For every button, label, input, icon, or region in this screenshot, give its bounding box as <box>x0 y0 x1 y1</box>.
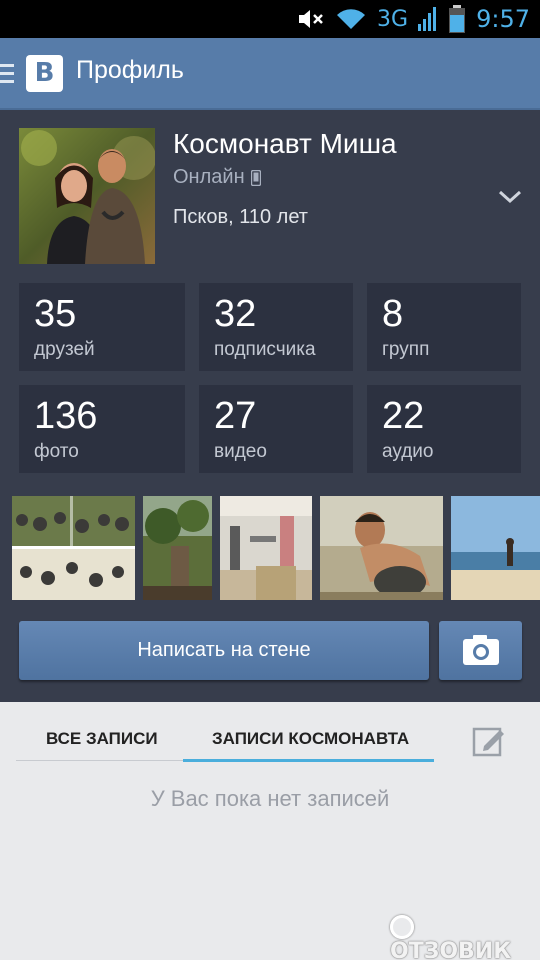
menu-icon[interactable] <box>0 64 14 84</box>
watermark-text: ОТЗОВИК <box>390 939 512 960</box>
stat-label: друзей <box>34 339 95 360</box>
user-location: Псков, 110 лет <box>173 206 308 228</box>
signal-icon <box>418 7 437 31</box>
camera-button[interactable] <box>439 621 522 680</box>
stat-label: фото <box>34 441 79 462</box>
photo-thumbnail[interactable] <box>320 496 443 600</box>
stat-value: 8 <box>382 293 404 335</box>
stat-subscribers[interactable]: 32 подписчика <box>199 283 353 371</box>
stat-friends[interactable]: 35 друзей <box>19 283 185 371</box>
page-title: Профиль <box>76 56 184 84</box>
photo-thumbnail[interactable] <box>220 496 312 600</box>
wifi-icon <box>337 9 366 29</box>
battery-icon <box>449 5 466 33</box>
stat-value: 136 <box>34 395 98 437</box>
stat-photos[interactable]: 136 фото <box>19 385 185 473</box>
edit-icon[interactable] <box>472 724 506 758</box>
user-name: Космонавт Миша <box>173 128 397 159</box>
status-bar: 3G 9:57 <box>0 0 540 38</box>
stat-value: 27 <box>214 395 257 437</box>
photo-thumbnail[interactable] <box>143 496 212 600</box>
stat-label: аудио <box>382 441 434 462</box>
tab-active-indicator <box>183 759 434 762</box>
camera-icon <box>463 635 499 665</box>
stat-audio[interactable]: 22 аудио <box>367 385 521 473</box>
tab-own-posts[interactable]: ЗАПИСИ КОСМОНАВТА <box>212 729 409 749</box>
photo-thumbnail[interactable] <box>451 496 540 600</box>
online-status: Онлайн <box>173 166 261 189</box>
chevron-down-icon[interactable] <box>496 186 524 206</box>
photo-thumbnail[interactable] <box>12 496 135 600</box>
write-on-wall-button[interactable]: Написать на стене <box>19 621 429 680</box>
profile-panel: Космонавт Миша Онлайн Псков, 110 лет 35 … <box>0 110 540 702</box>
stat-videos[interactable]: 27 видео <box>199 385 353 473</box>
mute-icon <box>299 10 323 28</box>
vk-logo[interactable]: В <box>26 55 63 92</box>
stat-value: 22 <box>382 395 425 437</box>
stat-value: 32 <box>214 293 257 335</box>
stat-label: видео <box>214 441 267 462</box>
stat-value: 35 <box>34 293 77 335</box>
network-type: 3G <box>377 6 409 32</box>
stat-label: подписчика <box>214 339 316 360</box>
watermark-logo: ОТЗОВИК <box>390 914 540 960</box>
empty-posts-message: У Вас пока нет записей <box>150 786 390 811</box>
clock: 9:57 <box>476 5 530 33</box>
stat-groups[interactable]: 8 групп <box>367 283 521 371</box>
mobile-phone-icon <box>250 169 261 186</box>
tab-all-posts[interactable]: ВСЕ ЗАПИСИ <box>46 729 158 749</box>
stat-label: групп <box>382 339 430 360</box>
app-header: В Профиль <box>0 38 540 110</box>
online-status-text: Онлайн <box>173 166 245 188</box>
avatar[interactable] <box>19 128 155 264</box>
